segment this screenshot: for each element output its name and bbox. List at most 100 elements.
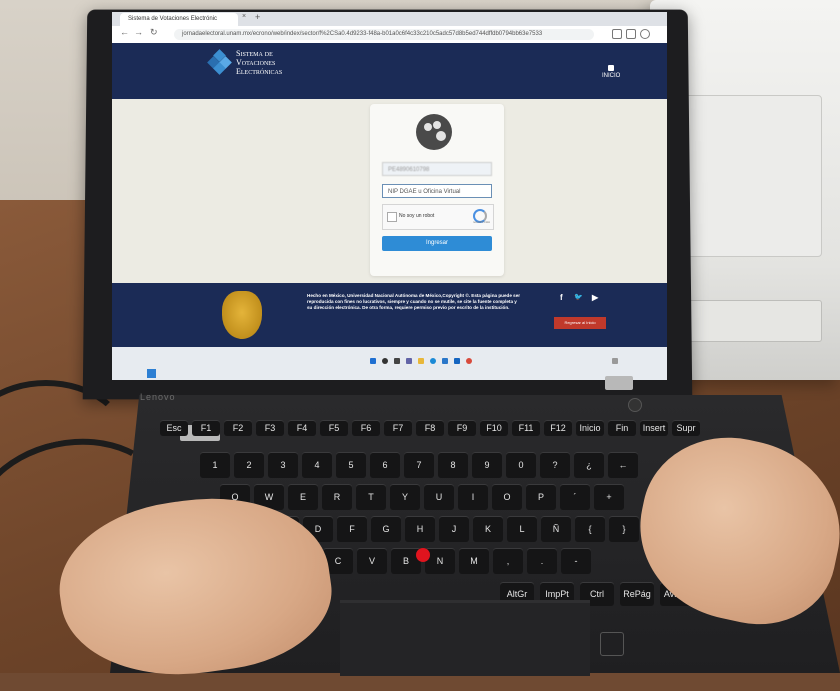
- recaptcha-widget: No soy un robot reCAPTCHA: [382, 204, 494, 230]
- keyboard-key[interactable]: H: [405, 516, 435, 542]
- account-number-field[interactable]: PE4890610798: [382, 162, 492, 176]
- site-main: PE4890610798 NIP DGAE u Oficina Virtual …: [112, 99, 667, 283]
- footer-return-button[interactable]: Regresar al Inicio: [554, 317, 606, 329]
- keyboard-key[interactable]: ,: [493, 548, 523, 574]
- keyboard-key[interactable]: 6: [370, 452, 400, 478]
- keyboard-key[interactable]: F4: [288, 420, 316, 436]
- trackpad[interactable]: [340, 600, 590, 676]
- keyboard-key[interactable]: ¿: [574, 452, 604, 478]
- start-icon[interactable]: [370, 358, 376, 364]
- site-title[interactable]: Sistema de Votaciones Electrónicas: [236, 49, 282, 76]
- keyboard-key[interactable]: F3: [256, 420, 284, 436]
- keyboard-key[interactable]: R: [322, 484, 352, 510]
- keyboard-key[interactable]: +: [594, 484, 624, 510]
- keyboard-key[interactable]: Ñ: [541, 516, 571, 542]
- share-icon[interactable]: [612, 29, 622, 39]
- keyboard-key[interactable]: Esc: [160, 420, 188, 436]
- keyboard-key[interactable]: J: [439, 516, 469, 542]
- laptop-screen: Sistema de Votaciones Electrónic × + ← →…: [112, 12, 667, 380]
- nip-password-field[interactable]: NIP DGAE u Oficina Virtual: [382, 184, 492, 198]
- login-submit-button[interactable]: Ingresar: [382, 236, 492, 251]
- edge-icon[interactable]: [430, 358, 436, 364]
- close-tab-icon[interactable]: ×: [242, 13, 246, 20]
- trackpoint[interactable]: [416, 548, 430, 562]
- back-icon[interactable]: ←: [120, 27, 129, 37]
- login-card: PE4890610798 NIP DGAE u Oficina Virtual …: [370, 104, 504, 276]
- keyboard-key[interactable]: 1: [200, 452, 230, 478]
- footer-copyright-text: Hecho en México, Universidad Nacional Au…: [307, 293, 521, 310]
- keyboard-key[interactable]: F1: [192, 420, 220, 436]
- profile-icon[interactable]: [640, 29, 650, 39]
- keyboard-key[interactable]: }: [609, 516, 639, 542]
- keyboard-key[interactable]: {: [575, 516, 605, 542]
- facebook-icon[interactable]: f: [560, 293, 563, 302]
- keyboard-key[interactable]: Inicio: [576, 420, 604, 436]
- keyboard-key[interactable]: F: [337, 516, 367, 542]
- youtube-icon[interactable]: ▶: [592, 293, 598, 302]
- keyboard-key[interactable]: ←: [608, 452, 638, 478]
- keyboard-key[interactable]: -: [561, 548, 591, 574]
- keyboard-key[interactable]: F2: [224, 420, 252, 436]
- extensions-icon[interactable]: [626, 29, 636, 39]
- keyboard-key[interactable]: Insert: [640, 420, 668, 436]
- keyboard-key[interactable]: M: [459, 548, 489, 574]
- keyboard-key[interactable]: F7: [384, 420, 412, 436]
- chrome-icon[interactable]: [466, 358, 472, 364]
- keyboard-key[interactable]: K: [473, 516, 503, 542]
- keyboard-key[interactable]: P: [526, 484, 556, 510]
- keyboard-key[interactable]: ?: [540, 452, 570, 478]
- nav-home-link[interactable]: INICIO: [602, 65, 620, 79]
- keyboard-key[interactable]: 3: [268, 452, 298, 478]
- browser-tab[interactable]: Sistema de Votaciones Electrónic: [120, 13, 238, 26]
- keyboard-key[interactable]: F8: [416, 420, 444, 436]
- users-group-icon: [416, 114, 452, 150]
- recaptcha-brand: reCAPTCHA: [472, 220, 490, 224]
- keyboard-key[interactable]: RePág: [620, 582, 654, 606]
- keyboard-key[interactable]: 2: [234, 452, 264, 478]
- home-icon: [608, 65, 615, 71]
- keyboard-key[interactable]: V: [357, 548, 387, 574]
- keyboard-key[interactable]: 7: [404, 452, 434, 478]
- nav-home-label: INICIO: [602, 73, 621, 79]
- keyboard-key[interactable]: I: [458, 484, 488, 510]
- keyboard-key[interactable]: F11: [512, 420, 540, 436]
- keyboard-key[interactable]: F5: [320, 420, 348, 436]
- keyboard-key[interactable]: F10: [480, 420, 508, 436]
- unam-crest-logo: [222, 291, 262, 339]
- keyboard-key[interactable]: E: [288, 484, 318, 510]
- keyboard-key[interactable]: 9: [472, 452, 502, 478]
- system-tray-icon[interactable]: [612, 358, 618, 364]
- keyboard-key[interactable]: Fin: [608, 420, 636, 436]
- keyboard-key[interactable]: Supr: [672, 420, 700, 436]
- twitter-icon[interactable]: 🐦: [574, 293, 583, 301]
- search-icon[interactable]: [382, 358, 388, 364]
- keyboard-key[interactable]: 4: [302, 452, 332, 478]
- reload-icon[interactable]: ↻: [150, 27, 158, 38]
- keyboard-key[interactable]: ´: [560, 484, 590, 510]
- keyboard-key[interactable]: .: [527, 548, 557, 574]
- keyboard-key[interactable]: F6: [352, 420, 380, 436]
- task-view-icon[interactable]: [394, 358, 400, 364]
- site-title-line: Votaciones: [236, 58, 276, 67]
- url-field[interactable]: jornadaelectoral.unam.mx/ecrono/web/inde…: [174, 29, 594, 40]
- keyboard-key[interactable]: U: [424, 484, 454, 510]
- keyboard-key[interactable]: G: [371, 516, 401, 542]
- keyboard-key[interactable]: 8: [438, 452, 468, 478]
- keyboard-key[interactable]: L: [507, 516, 537, 542]
- file-explorer-icon[interactable]: [418, 358, 424, 364]
- chat-icon[interactable]: [406, 358, 412, 364]
- keyboard-key[interactable]: 0: [506, 452, 536, 478]
- keyboard-key[interactable]: T: [356, 484, 386, 510]
- recaptcha-checkbox[interactable]: [387, 212, 397, 222]
- forward-icon[interactable]: →: [134, 27, 143, 37]
- keyboard-key[interactable]: Y: [390, 484, 420, 510]
- new-tab-icon[interactable]: +: [255, 12, 260, 22]
- keyboard-key[interactable]: 5: [336, 452, 366, 478]
- keyboard-key[interactable]: F12: [544, 420, 572, 436]
- mail-icon[interactable]: [454, 358, 460, 364]
- store-icon[interactable]: [442, 358, 448, 364]
- keyboard-key[interactable]: F9: [448, 420, 476, 436]
- keyboard-key[interactable]: O: [492, 484, 522, 510]
- power-button[interactable]: [628, 398, 642, 412]
- widgets-icon[interactable]: [147, 369, 156, 378]
